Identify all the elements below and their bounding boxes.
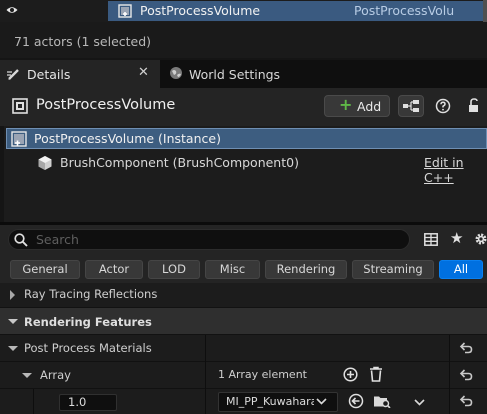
add-element-icon[interactable] xyxy=(343,367,358,382)
edit-in-cpp-link[interactable]: Edit in C++ xyxy=(424,155,487,185)
add-button-label[interactable]: Add xyxy=(357,99,381,114)
blueprint-hierarchy-icon[interactable] xyxy=(402,99,420,113)
filter-misc[interactable]: Misc xyxy=(205,260,260,279)
post-process-volume-icon xyxy=(11,131,27,147)
reset-arrow-icon[interactable] xyxy=(459,369,473,381)
filter-actor[interactable]: Actor xyxy=(85,260,143,279)
column-divider[interactable] xyxy=(449,335,450,414)
trash-icon[interactable] xyxy=(369,366,383,382)
filter-lod[interactable]: LOD xyxy=(148,260,200,279)
browse-folder-icon[interactable] xyxy=(373,394,391,408)
table-view-icon[interactable] xyxy=(424,233,438,246)
close-icon[interactable]: ✕ xyxy=(138,65,149,80)
tab-details-label[interactable]: Details xyxy=(27,67,70,82)
category-label: Rendering Features xyxy=(24,315,152,329)
outliner-scrollbar[interactable] xyxy=(483,0,487,22)
property-label: Post Process Materials xyxy=(24,341,152,355)
chevron-down-icon[interactable] xyxy=(8,318,18,325)
reset-arrow-icon[interactable] xyxy=(459,395,473,407)
search-input[interactable] xyxy=(36,231,396,248)
use-selected-arrow-icon[interactable] xyxy=(348,393,364,409)
cube-icon xyxy=(37,155,53,171)
chevron-down-icon[interactable] xyxy=(316,398,327,405)
filter-all[interactable]: All xyxy=(439,260,483,279)
visibility-eye-icon[interactable] xyxy=(6,5,18,15)
filter-streaming[interactable]: Streaming xyxy=(352,260,434,279)
actor-icon xyxy=(12,98,28,114)
globe-icon xyxy=(169,66,183,80)
outliner-item-label[interactable]: PostProcessVolume xyxy=(140,3,260,18)
indent-guide xyxy=(33,389,34,414)
column-divider[interactable] xyxy=(205,335,206,414)
tab-world-settings[interactable]: World Settings xyxy=(189,67,280,82)
gear-icon[interactable] xyxy=(474,232,487,246)
chevron-down-icon[interactable] xyxy=(22,372,32,379)
search-icon xyxy=(14,233,28,247)
property-row-ray-tracing[interactable]: Ray Tracing Reflections xyxy=(0,283,487,307)
asset-picker-value[interactable]: MI_PP_Kuwahara xyxy=(226,395,314,408)
property-label: Array xyxy=(40,368,71,382)
filter-general[interactable]: General xyxy=(10,260,80,279)
outliner-item-type: PostProcessVolu xyxy=(354,3,455,18)
brush-component-label[interactable]: BrushComponent (BrushComponent0) xyxy=(60,155,299,170)
category-rendering-features[interactable]: Rendering Features xyxy=(0,307,487,335)
chevron-right-icon[interactable] xyxy=(9,290,16,300)
post-process-volume-icon xyxy=(118,4,132,18)
weight-value[interactable]: 1.0 xyxy=(68,395,86,409)
details-pencil-icon xyxy=(6,66,22,82)
chevron-down-icon[interactable] xyxy=(8,345,18,352)
page-title: PostProcessVolume xyxy=(36,97,176,113)
help-icon[interactable] xyxy=(435,98,451,114)
component-instance-label[interactable]: PostProcessVolume (Instance) xyxy=(34,131,221,146)
plus-icon[interactable]: + xyxy=(339,97,352,113)
filter-rendering[interactable]: Rendering xyxy=(265,260,347,279)
property-label: Ray Tracing Reflections xyxy=(24,287,158,301)
unlock-icon[interactable] xyxy=(467,97,481,113)
actor-count: 71 actors (1 selected) xyxy=(14,34,152,49)
favorite-star-icon[interactable]: ★ xyxy=(450,230,463,246)
property-row-post-process-materials[interactable]: Post Process Materials xyxy=(0,335,487,362)
tab-details[interactable] xyxy=(0,60,160,88)
array-element-count: 1 Array element xyxy=(218,368,307,381)
reset-arrow-icon[interactable] xyxy=(459,342,473,354)
chevron-down-icon[interactable] xyxy=(414,399,425,406)
